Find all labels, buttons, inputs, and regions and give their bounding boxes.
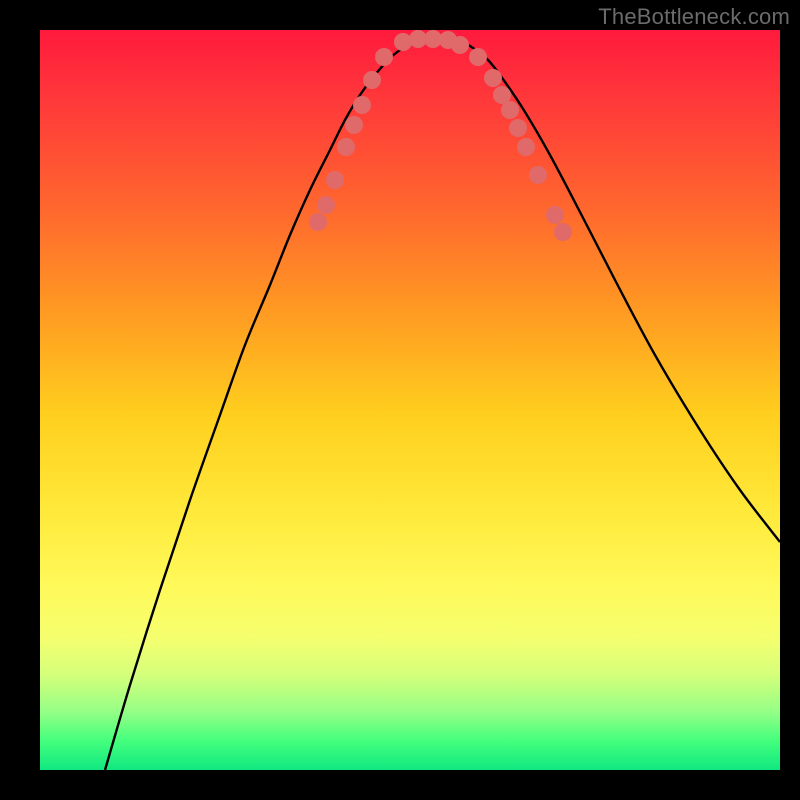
data-dot xyxy=(451,36,469,54)
data-dot xyxy=(546,206,564,224)
data-dot xyxy=(517,138,535,156)
data-dot xyxy=(353,96,371,114)
chart-svg xyxy=(40,30,780,770)
data-dot xyxy=(317,196,335,214)
data-dot xyxy=(469,48,487,66)
data-dot xyxy=(337,138,355,156)
data-dot xyxy=(501,101,519,119)
plot-area xyxy=(40,30,780,770)
bottleneck-curve xyxy=(105,37,780,770)
data-dot xyxy=(484,69,502,87)
chart-frame: TheBottleneck.com xyxy=(0,0,800,800)
data-dot xyxy=(309,213,327,231)
data-dot xyxy=(394,33,412,51)
data-dot xyxy=(375,48,393,66)
data-dot xyxy=(326,171,344,189)
data-dot xyxy=(529,166,547,184)
watermark-text: TheBottleneck.com xyxy=(598,4,790,30)
data-dot xyxy=(509,119,527,137)
data-dot xyxy=(554,223,572,241)
data-dots xyxy=(309,30,572,241)
data-dot xyxy=(363,71,381,89)
data-dot xyxy=(345,116,363,134)
